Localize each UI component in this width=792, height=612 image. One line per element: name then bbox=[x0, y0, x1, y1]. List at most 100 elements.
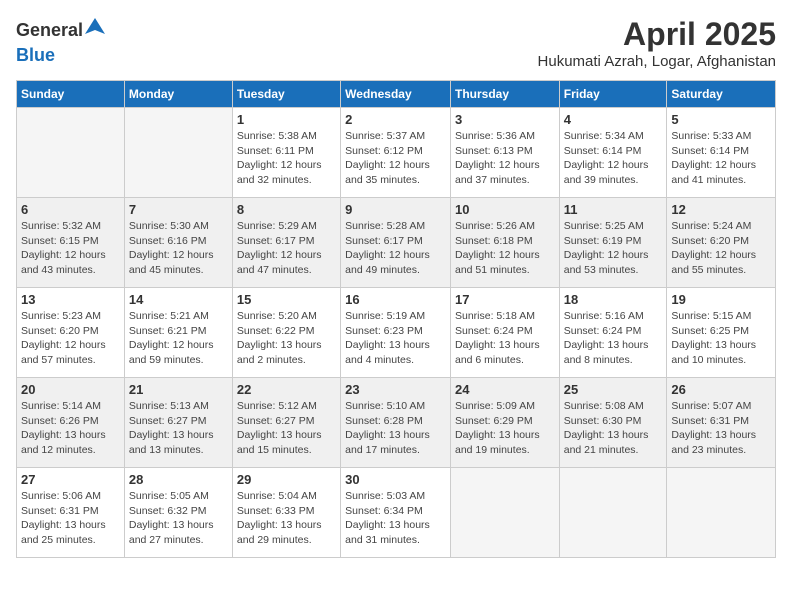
calendar-cell: 3 Sunrise: 5:36 AMSunset: 6:13 PMDaylight… bbox=[450, 108, 559, 198]
day-info: Sunrise: 5:30 AMSunset: 6:16 PMDaylight:… bbox=[129, 219, 228, 278]
calendar-cell bbox=[17, 108, 125, 198]
day-info: Sunrise: 5:20 AMSunset: 6:22 PMDaylight:… bbox=[237, 309, 336, 368]
title-block: April 2025 Hukumati Azrah, Logar, Afghan… bbox=[538, 16, 776, 70]
calendar-cell: 29 Sunrise: 5:04 AMSunset: 6:33 PMDayligh… bbox=[232, 468, 340, 558]
column-header-sunday: Sunday bbox=[17, 81, 125, 108]
day-info: Sunrise: 5:37 AMSunset: 6:12 PMDaylight:… bbox=[345, 129, 446, 188]
calendar-cell: 11 Sunrise: 5:25 AMSunset: 6:19 PMDayligh… bbox=[559, 198, 667, 288]
day-info: Sunrise: 5:09 AMSunset: 6:29 PMDaylight:… bbox=[455, 399, 555, 458]
column-header-thursday: Thursday bbox=[450, 81, 559, 108]
month-title: April 2025 bbox=[538, 16, 776, 53]
calendar-cell: 13 Sunrise: 5:23 AMSunset: 6:20 PMDayligh… bbox=[17, 288, 125, 378]
logo-blue: Blue bbox=[16, 46, 105, 66]
day-number: 8 bbox=[237, 202, 336, 217]
logo-general: General bbox=[16, 16, 105, 46]
day-number: 21 bbox=[129, 382, 228, 397]
day-number: 14 bbox=[129, 292, 228, 307]
day-info: Sunrise: 5:18 AMSunset: 6:24 PMDaylight:… bbox=[455, 309, 555, 368]
day-info: Sunrise: 5:24 AMSunset: 6:20 PMDaylight:… bbox=[671, 219, 771, 278]
calendar-cell: 25 Sunrise: 5:08 AMSunset: 6:30 PMDayligh… bbox=[559, 378, 667, 468]
calendar-cell: 22 Sunrise: 5:12 AMSunset: 6:27 PMDayligh… bbox=[232, 378, 340, 468]
day-number: 9 bbox=[345, 202, 446, 217]
day-number: 24 bbox=[455, 382, 555, 397]
day-number: 12 bbox=[671, 202, 771, 217]
column-header-wednesday: Wednesday bbox=[341, 81, 451, 108]
column-header-friday: Friday bbox=[559, 81, 667, 108]
calendar-cell: 17 Sunrise: 5:18 AMSunset: 6:24 PMDayligh… bbox=[450, 288, 559, 378]
calendar-table: SundayMondayTuesdayWednesdayThursdayFrid… bbox=[16, 80, 776, 558]
calendar-cell bbox=[667, 468, 776, 558]
day-number: 26 bbox=[671, 382, 771, 397]
day-number: 5 bbox=[671, 112, 771, 127]
day-number: 28 bbox=[129, 472, 228, 487]
day-number: 1 bbox=[237, 112, 336, 127]
calendar-week-row: 27 Sunrise: 5:06 AMSunset: 6:31 PMDayligh… bbox=[17, 468, 776, 558]
page-header: General Blue April 2025 Hukumati Azrah, … bbox=[16, 16, 776, 70]
calendar-cell: 28 Sunrise: 5:05 AMSunset: 6:32 PMDayligh… bbox=[124, 468, 232, 558]
calendar-week-row: 1Sunrise: 5:38 AMSunset: 6:11 PMDaylight… bbox=[17, 108, 776, 198]
logo-text: General Blue bbox=[16, 16, 105, 66]
day-info: Sunrise: 5:32 AMSunset: 6:15 PMDaylight:… bbox=[21, 219, 120, 278]
day-number: 11 bbox=[564, 202, 663, 217]
day-number: 27 bbox=[21, 472, 120, 487]
calendar-cell: 10 Sunrise: 5:26 AMSunset: 6:18 PMDayligh… bbox=[450, 198, 559, 288]
day-number: 2 bbox=[345, 112, 446, 127]
day-number: 17 bbox=[455, 292, 555, 307]
calendar-cell: 16Sunrise: 5:19 AMSunset: 6:23 PMDayligh… bbox=[341, 288, 451, 378]
day-info: Sunrise: 5:08 AMSunset: 6:30 PMDaylight:… bbox=[564, 399, 663, 458]
day-info: Sunrise: 5:12 AMSunset: 6:27 PMDaylight:… bbox=[237, 399, 336, 458]
calendar-cell bbox=[559, 468, 667, 558]
calendar-cell: 27 Sunrise: 5:06 AMSunset: 6:31 PMDayligh… bbox=[17, 468, 125, 558]
day-info: Sunrise: 5:06 AMSunset: 6:31 PMDaylight:… bbox=[21, 489, 120, 548]
day-number: 19 bbox=[671, 292, 771, 307]
day-info: Sunrise: 5:23 AMSunset: 6:20 PMDaylight:… bbox=[21, 309, 120, 368]
day-number: 22 bbox=[237, 382, 336, 397]
calendar-week-row: 13 Sunrise: 5:23 AMSunset: 6:20 PMDayligh… bbox=[17, 288, 776, 378]
day-info: Sunrise: 5:04 AMSunset: 6:33 PMDaylight:… bbox=[237, 489, 336, 548]
day-number: 13 bbox=[21, 292, 120, 307]
day-info: Sunrise: 5:33 AMSunset: 6:14 PMDaylight:… bbox=[671, 129, 771, 188]
calendar-cell: 19 Sunrise: 5:15 AMSunset: 6:25 PMDayligh… bbox=[667, 288, 776, 378]
calendar-cell: 4 Sunrise: 5:34 AMSunset: 6:14 PMDaylight… bbox=[559, 108, 667, 198]
calendar-cell: 14Sunrise: 5:21 AMSunset: 6:21 PMDayligh… bbox=[124, 288, 232, 378]
calendar-cell: 24 Sunrise: 5:09 AMSunset: 6:29 PMDayligh… bbox=[450, 378, 559, 468]
day-info: Sunrise: 5:10 AMSunset: 6:28 PMDaylight:… bbox=[345, 399, 446, 458]
day-info: Sunrise: 5:28 AMSunset: 6:17 PMDaylight:… bbox=[345, 219, 446, 278]
location-title: Hukumati Azrah, Logar, Afghanistan bbox=[538, 53, 776, 70]
column-header-saturday: Saturday bbox=[667, 81, 776, 108]
day-number: 4 bbox=[564, 112, 663, 127]
calendar-cell bbox=[450, 468, 559, 558]
column-header-monday: Monday bbox=[124, 81, 232, 108]
day-info: Sunrise: 5:16 AMSunset: 6:24 PMDaylight:… bbox=[564, 309, 663, 368]
calendar-cell: 12 Sunrise: 5:24 AMSunset: 6:20 PMDayligh… bbox=[667, 198, 776, 288]
calendar-cell: 9 Sunrise: 5:28 AMSunset: 6:17 PMDaylight… bbox=[341, 198, 451, 288]
calendar-cell: 18Sunrise: 5:16 AMSunset: 6:24 PMDayligh… bbox=[559, 288, 667, 378]
day-number: 7 bbox=[129, 202, 228, 217]
day-number: 29 bbox=[237, 472, 336, 487]
calendar-cell: 8Sunrise: 5:29 AMSunset: 6:17 PMDaylight… bbox=[232, 198, 340, 288]
calendar-cell: 1Sunrise: 5:38 AMSunset: 6:11 PMDaylight… bbox=[232, 108, 340, 198]
day-number: 6 bbox=[21, 202, 120, 217]
calendar-cell: 15Sunrise: 5:20 AMSunset: 6:22 PMDayligh… bbox=[232, 288, 340, 378]
day-number: 20 bbox=[21, 382, 120, 397]
day-info: Sunrise: 5:26 AMSunset: 6:18 PMDaylight:… bbox=[455, 219, 555, 278]
calendar-cell: 6 Sunrise: 5:32 AMSunset: 6:15 PMDaylight… bbox=[17, 198, 125, 288]
day-number: 10 bbox=[455, 202, 555, 217]
day-info: Sunrise: 5:05 AMSunset: 6:32 PMDaylight:… bbox=[129, 489, 228, 548]
day-info: Sunrise: 5:25 AMSunset: 6:19 PMDaylight:… bbox=[564, 219, 663, 278]
day-number: 30 bbox=[345, 472, 446, 487]
day-info: Sunrise: 5:34 AMSunset: 6:14 PMDaylight:… bbox=[564, 129, 663, 188]
day-info: Sunrise: 5:03 AMSunset: 6:34 PMDaylight:… bbox=[345, 489, 446, 548]
day-info: Sunrise: 5:13 AMSunset: 6:27 PMDaylight:… bbox=[129, 399, 228, 458]
day-number: 3 bbox=[455, 112, 555, 127]
day-number: 25 bbox=[564, 382, 663, 397]
calendar-week-row: 20Sunrise: 5:14 AMSunset: 6:26 PMDayligh… bbox=[17, 378, 776, 468]
calendar-cell: 21 Sunrise: 5:13 AMSunset: 6:27 PMDayligh… bbox=[124, 378, 232, 468]
calendar-cell: 30 Sunrise: 5:03 AMSunset: 6:34 PMDayligh… bbox=[341, 468, 451, 558]
calendar-cell: 7 Sunrise: 5:30 AMSunset: 6:16 PMDaylight… bbox=[124, 198, 232, 288]
calendar-week-row: 6 Sunrise: 5:32 AMSunset: 6:15 PMDaylight… bbox=[17, 198, 776, 288]
calendar-cell: 23Sunrise: 5:10 AMSunset: 6:28 PMDayligh… bbox=[341, 378, 451, 468]
logo: General Blue bbox=[16, 16, 105, 66]
day-info: Sunrise: 5:36 AMSunset: 6:13 PMDaylight:… bbox=[455, 129, 555, 188]
day-info: Sunrise: 5:15 AMSunset: 6:25 PMDaylight:… bbox=[671, 309, 771, 368]
